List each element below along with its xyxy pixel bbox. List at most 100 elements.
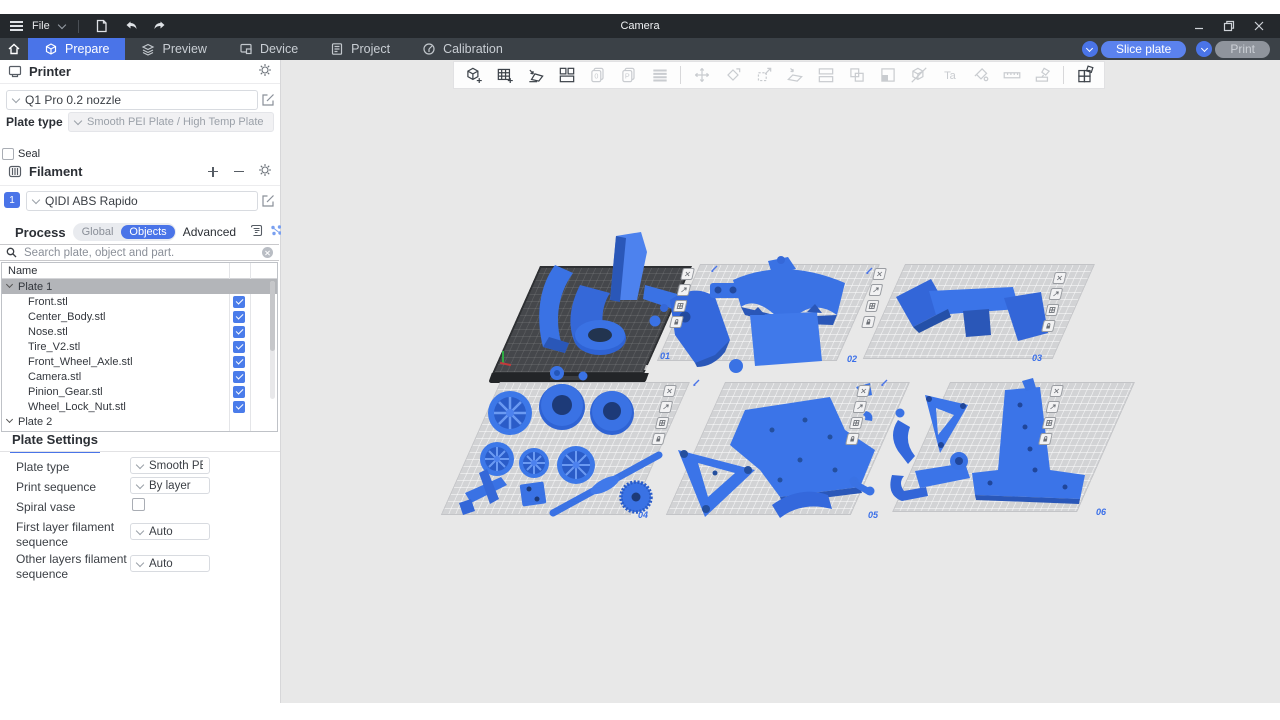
lay-flat-button[interactable] (779, 63, 810, 87)
edit-filament-button[interactable] (261, 194, 275, 211)
visibility-checkbox[interactable] (233, 311, 245, 323)
model-triangle-arm[interactable] (925, 395, 968, 453)
tree-row[interactable]: Wheel_Lock_Nut.stl (2, 399, 277, 414)
tree-scrollbar[interactable] (270, 281, 275, 399)
tab-preview[interactable]: Preview (125, 38, 222, 60)
visibility-checkbox[interactable] (233, 341, 245, 353)
tab-prepare[interactable]: Prepare (28, 38, 125, 60)
filament-settings-button[interactable] (258, 163, 272, 180)
visibility-checkbox[interactable] (233, 296, 245, 308)
plate-4-models[interactable] (435, 375, 675, 525)
file-menu-chevron-icon[interactable] (57, 21, 65, 29)
add-filament-button[interactable] (206, 165, 220, 179)
copy-button[interactable]: 0 (582, 63, 613, 87)
plate-2-edit-icon[interactable] (710, 260, 719, 278)
model-steering-knuckle[interactable] (459, 469, 507, 515)
visibility-checkbox[interactable] (233, 386, 245, 398)
tab-device[interactable]: Device (223, 38, 314, 60)
tree-row[interactable]: Front.stl (2, 294, 277, 309)
model-rim[interactable] (519, 448, 549, 478)
print-button[interactable]: Print (1215, 41, 1270, 58)
model-bracket[interactable] (520, 481, 547, 506)
plate-6-models[interactable] (880, 375, 1120, 525)
ps-first-layer-dropdown[interactable]: Auto (130, 523, 210, 540)
tree-row[interactable]: Nose.stl (2, 324, 277, 339)
tab-calibration[interactable]: Calibration (406, 38, 519, 60)
global-plate-type-dropdown[interactable]: Smooth PEI Plate / High Temp Plate (68, 112, 274, 132)
ps-other-layers-dropdown[interactable]: Auto (130, 555, 210, 572)
paste-button[interactable]: P (613, 63, 644, 87)
plate-6-edit-icon[interactable] (880, 374, 889, 392)
tree-row-plate2[interactable]: Plate 2 (2, 414, 277, 429)
paint-tool-button[interactable] (965, 63, 996, 87)
redo-button[interactable] (150, 17, 170, 35)
ps-print-sequence-dropdown[interactable]: By layer (130, 477, 210, 494)
model-windshield[interactable] (750, 312, 822, 366)
tree-row[interactable]: Tire_V2.stl (2, 339, 277, 354)
layers-button[interactable] (644, 63, 675, 87)
plate-5-edit-icon[interactable] (692, 374, 701, 392)
model-wing-center[interactable] (963, 309, 991, 337)
assembly-view-button[interactable] (1069, 63, 1100, 87)
model-tire2[interactable] (539, 384, 585, 430)
edit-printer-button[interactable] (261, 93, 275, 110)
seal-checkbox[interactable] (2, 148, 14, 160)
visibility-checkbox[interactable] (233, 401, 245, 413)
model-tire2[interactable] (590, 391, 634, 435)
split-to-objects-button[interactable] (810, 63, 841, 87)
remove-filament-button[interactable] (232, 165, 246, 179)
scale-tool-button[interactable] (748, 63, 779, 87)
add-plate-button[interactable] (489, 63, 520, 87)
tree-row[interactable]: Front_Wheel_Axle.stl (2, 354, 277, 369)
model-a-arm[interactable] (678, 450, 755, 517)
model-gear[interactable] (621, 482, 651, 512)
tree-row[interactable]: Pinion_Gear.stl (2, 384, 277, 399)
file-menu[interactable]: File (32, 20, 50, 32)
seam-tool-button[interactable] (1027, 63, 1058, 87)
fill-region-button[interactable] (872, 63, 903, 87)
model-rim[interactable] (557, 446, 595, 484)
scope-global-button[interactable]: Global (74, 226, 122, 238)
auto-arrange-button[interactable] (551, 63, 582, 87)
visibility-checkbox[interactable] (233, 431, 245, 433)
auto-orient-button[interactable] (520, 63, 551, 87)
printer-settings-button[interactable] (258, 63, 272, 80)
measure-tool-button[interactable] (996, 63, 1027, 87)
undo-button[interactable] (121, 17, 141, 35)
model-servo-mount[interactable] (915, 452, 970, 488)
close-button[interactable] (1244, 15, 1274, 37)
minimize-button[interactable] (1184, 15, 1214, 37)
print-options-dropdown[interactable] (1196, 41, 1212, 57)
visibility-checkbox[interactable] (233, 326, 245, 338)
ps-plate-type-dropdown[interactable]: Smooth PEI ... (130, 457, 210, 474)
cut-tool-button[interactable] (903, 63, 934, 87)
move-tool-button[interactable] (686, 63, 717, 87)
slice-plate-button[interactable]: Slice plate (1101, 41, 1186, 58)
split-to-parts-button[interactable] (841, 63, 872, 87)
tree-row-plate1[interactable]: Plate 1 (2, 279, 277, 294)
restore-button[interactable] (1214, 15, 1244, 37)
tab-project[interactable]: Project (314, 38, 406, 60)
model-j-hook[interactable] (893, 409, 915, 465)
model-rim[interactable] (488, 391, 532, 435)
tree-row[interactable]: Center_Body.stl (2, 309, 277, 324)
visibility-checkbox[interactable] (233, 356, 245, 368)
rotate-tool-button[interactable] (717, 63, 748, 87)
clear-search-button[interactable] (262, 247, 273, 258)
search-input[interactable] (22, 246, 257, 260)
3d-viewport[interactable]: 0 P Ta (281, 60, 1280, 703)
filament-slot-badge[interactable]: 1 (4, 192, 20, 208)
save-file-button[interactable] (92, 17, 112, 35)
slice-options-dropdown[interactable] (1082, 41, 1098, 57)
scope-objects-button[interactable]: Objects (121, 225, 174, 239)
model-chassis-brace[interactable] (972, 387, 1085, 504)
model-wing-right[interactable] (1004, 292, 1048, 341)
hamburger-menu-icon[interactable] (10, 19, 23, 33)
add-object-button[interactable] (458, 63, 489, 87)
printer-preset-dropdown[interactable]: Q1 Pro 0.2 nozzle (6, 90, 258, 110)
filament-preset-dropdown[interactable]: QIDI ABS Rapido (26, 191, 258, 211)
tree-row[interactable]: Camera.stl (2, 369, 277, 384)
visibility-checkbox[interactable] (233, 371, 245, 383)
plate-3-edit-icon[interactable] (865, 262, 874, 280)
home-button[interactable] (0, 38, 28, 60)
